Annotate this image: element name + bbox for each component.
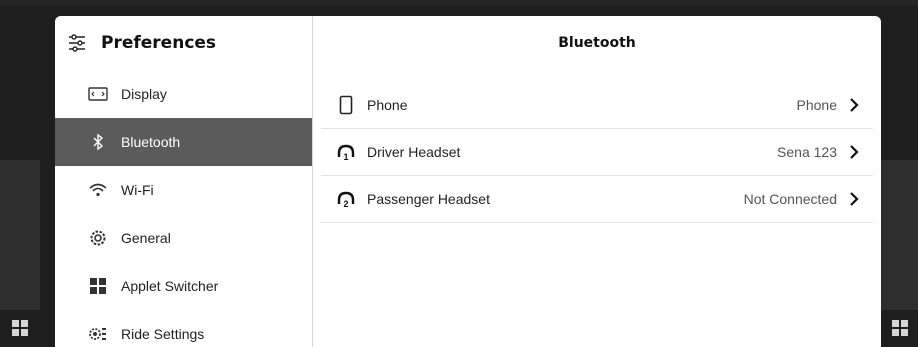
ride-settings-icon	[87, 323, 109, 345]
chevron-right-icon	[847, 145, 861, 159]
chevron-right-icon	[847, 192, 861, 206]
bluetooth-icon	[87, 131, 109, 153]
preferences-sliders-icon	[69, 34, 85, 52]
preferences-title: Preferences	[101, 33, 217, 53]
background-right-panel	[878, 160, 918, 310]
sidebar-item-general[interactable]: General	[55, 214, 312, 262]
device-row-phone[interactable]: Phone Phone	[321, 82, 873, 129]
general-gear-icon	[87, 227, 109, 249]
svg-text:2: 2	[343, 199, 348, 208]
sidebar-item-bluetooth[interactable]: Bluetooth	[55, 118, 312, 166]
device-status: Sena 123	[777, 144, 837, 160]
background-top-bar	[0, 0, 918, 6]
device-name: Driver Headset	[367, 144, 461, 160]
sidebar-item-display[interactable]: Display	[55, 70, 312, 118]
panel-title: Bluetooth	[558, 35, 636, 51]
sidebar-item-label: Ride Settings	[121, 326, 205, 342]
device-row-passenger-headset[interactable]: 2 Passenger Headset Not Connected	[321, 176, 873, 223]
sidebar-header: Preferences	[55, 16, 312, 70]
device-status: Not Connected	[743, 191, 837, 207]
applet-grid-button-right[interactable]	[888, 316, 912, 340]
sidebar-item-label: Display	[121, 86, 167, 102]
device-status: Phone	[796, 97, 837, 113]
bluetooth-panel: Bluetooth Phone Phone 1 Driver Headset S…	[313, 16, 881, 347]
svg-text:1: 1	[343, 152, 348, 161]
headset-2-icon: 2	[335, 188, 357, 210]
display-icon	[87, 83, 109, 105]
sidebar-item-label: Wi-Fi	[121, 182, 154, 198]
device-list: Phone Phone 1 Driver Headset Sena 123 2	[313, 82, 881, 223]
device-name: Phone	[367, 97, 408, 113]
phone-icon	[335, 94, 357, 116]
sidebar-item-label: Bluetooth	[121, 134, 181, 150]
sidebar-item-wifi[interactable]: Wi-Fi	[55, 166, 312, 214]
applet-switcher-icon	[87, 275, 109, 297]
preferences-dialog: Preferences Display Bluetooth Wi-Fi Gene	[55, 16, 881, 347]
sidebar-item-ride-settings[interactable]: Ride Settings	[55, 310, 312, 347]
grid-icon	[892, 320, 908, 336]
preferences-sidebar: Preferences Display Bluetooth Wi-Fi Gene	[55, 16, 313, 347]
grid-icon	[12, 320, 28, 336]
applet-grid-button-left[interactable]	[8, 316, 32, 340]
device-row-driver-headset[interactable]: 1 Driver Headset Sena 123	[321, 129, 873, 176]
device-name: Passenger Headset	[367, 191, 490, 207]
background-left-panel	[0, 160, 40, 310]
sidebar-item-applet-switcher[interactable]: Applet Switcher	[55, 262, 312, 310]
sidebar-item-label: General	[121, 230, 171, 246]
chevron-right-icon	[847, 98, 861, 112]
headset-1-icon: 1	[335, 141, 357, 163]
sidebar-item-label: Applet Switcher	[121, 278, 219, 294]
wifi-icon	[87, 179, 109, 201]
